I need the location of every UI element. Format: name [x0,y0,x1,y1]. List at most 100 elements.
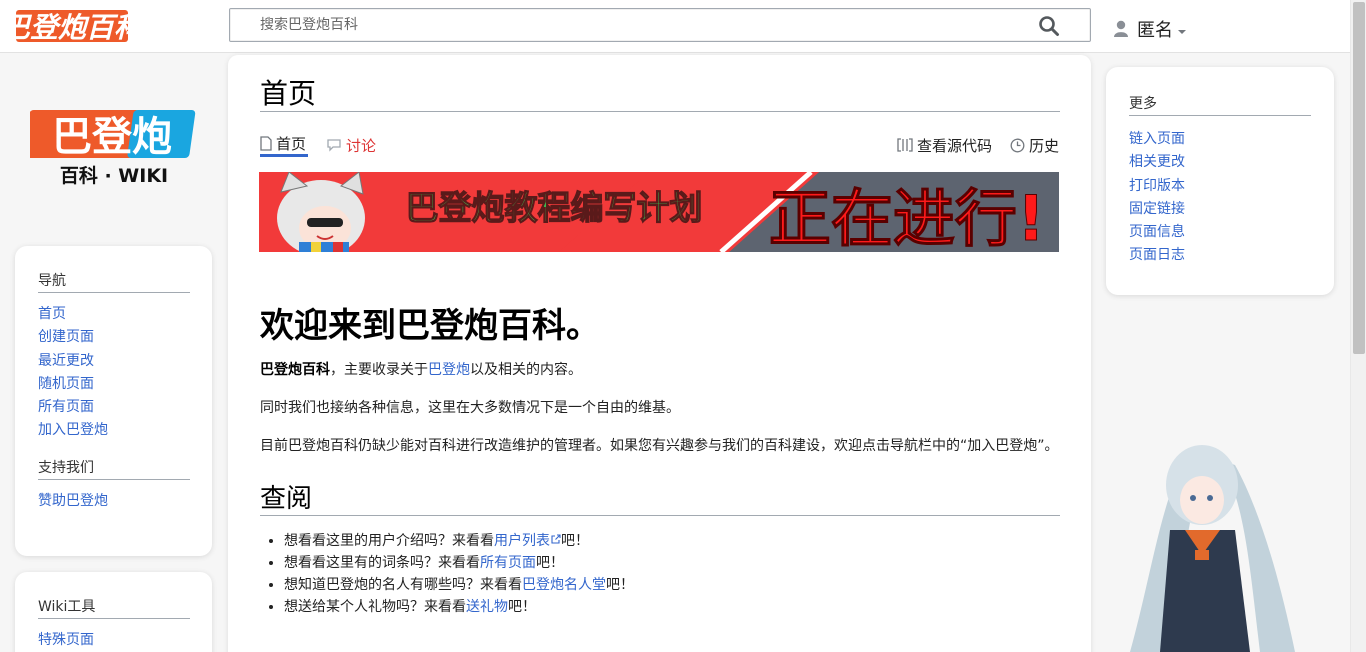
browse-item-suffix: 吧！ [561,533,589,549]
mascot-illustration [1130,445,1295,652]
search-input[interactable] [230,9,1030,41]
intro-text-1: ，主要收录关于 [330,362,428,378]
paragraph-free-wiki: 同时我们也接纳各种信息，这里在大多数情况下是一个自由的维基。 [260,400,680,416]
intro-text-2: 以及相关的内容。 [470,362,582,378]
list-item: 想知道巴登炮的名人有哪些吗？来看看巴登炮名人堂吧！ [284,574,1060,596]
more-link-permalink[interactable]: 固定链接 [1129,201,1185,217]
navigation-list: 首页 创建页面 最近更改 随机页面 所有页面 加入巴登炮 [38,303,190,443]
tab-discussion-label: 讨论 [346,136,377,155]
sidebar-item-join: 加入巴登炮 [38,419,190,442]
page-tabs-left: 首页 讨论 [260,133,394,157]
browse-link-user-list-label: 用户列表 [494,533,550,549]
scrollbar-thumb[interactable] [1353,2,1365,354]
code-icon [897,138,913,152]
sidebar-item-special-pages: 特殊页面 [38,629,190,652]
browse-list: 想看看这里的用户介绍吗？来看看用户列表吧！ 想看看这里有的词条吗？来看看所有页面… [260,530,1060,618]
browse-link-all-pages[interactable]: 所有页面 [480,555,536,571]
more-link-page-info[interactable]: 页面信息 [1129,224,1185,240]
navigation-heading: 导航 [38,270,190,293]
browse-item-prefix: 想知道巴登炮的名人有哪些吗？来看看 [284,577,522,593]
sidebar-link-all-pages[interactable]: 所有页面 [38,399,94,415]
sidebar-link-create-page[interactable]: 创建页面 [38,329,94,345]
sidebar-link-special-pages[interactable]: 特殊页面 [38,632,94,648]
tab-history[interactable]: 历史 [1010,133,1059,157]
browse-item-prefix: 想看看这里有的词条吗？来看看 [284,555,480,571]
sidebar-link-random-page[interactable]: 随机页面 [38,376,94,392]
browse-heading: 查阅 [260,483,1060,516]
browse-item-suffix: 吧！ [606,577,634,593]
wiki-tools-heading: Wiki工具 [38,596,190,619]
wiki-tools-card: Wiki工具 特殊页面 [15,572,212,652]
browse-link-hall-of-fame[interactable]: 巴登炮名人堂 [522,577,606,593]
sidebar-item-home: 首页 [38,303,190,326]
tab-page-label: 首页 [276,135,307,153]
more-item-related-changes: 相关更改 [1129,151,1311,174]
support-heading: 支持我们 [38,457,190,480]
sidebar-link-join[interactable]: 加入巴登炮 [38,422,108,438]
welcome-heading: 欢迎来到巴登炮百科。 [260,306,600,346]
page-scrollbar[interactable] [1350,0,1366,652]
sidebar-link-home[interactable]: 首页 [38,306,66,322]
logo-subtitle: 百科 · WIKI [60,164,168,187]
user-menu[interactable]: 匿名 [1113,16,1187,42]
browse-item-suffix: 吧！ [536,555,564,571]
more-link-printable[interactable]: 打印版本 [1129,178,1185,194]
more-link-page-log[interactable]: 页面日志 [1129,247,1185,263]
search-box [229,8,1091,42]
announcement-banner[interactable]: 巴登炮教程编写计划 正在进行! [259,172,1059,252]
support-list: 赞助巴登炮 [38,490,190,513]
wiki-tools-list: 特殊页面 [38,629,190,652]
intro-paragraph: 巴登炮百科，主要收录关于巴登炮以及相关的内容。 [260,359,1060,381]
sidebar-item-recent-changes: 最近更改 [38,350,190,373]
more-item-what-links-here: 链入页面 [1129,128,1311,151]
list-item: 想看看这里的用户介绍吗？来看看用户列表吧！ [284,530,1060,552]
tab-history-label: 历史 [1028,136,1059,155]
banner-character [277,172,365,252]
sidebar-item-all-pages: 所有页面 [38,396,190,419]
banner-right-text: 正在进行! [769,182,1045,252]
tab-page[interactable]: 首页 [260,133,309,157]
navigation-card: 导航 首页 创建页面 最近更改 随机页面 所有页面 加入巴登炮 支持我们 赞助巴… [15,246,212,556]
sidebar-link-recent-changes[interactable]: 最近更改 [38,353,94,369]
browse-link-user-list[interactable]: 用户列表 [494,533,561,549]
more-item-permalink: 固定链接 [1129,198,1311,221]
paragraph-admins-wanted: 目前巴登炮百科仍缺少能对百科进行改造维护的管理者。如果您有兴趣参与我们的百科建设… [260,438,1059,454]
more-heading: 更多 [1129,93,1311,116]
more-link-what-links-here[interactable]: 链入页面 [1129,131,1185,147]
more-item-printable: 打印版本 [1129,175,1311,198]
page-title: 首页 [260,77,1060,112]
sidebar-item-random-page: 随机页面 [38,373,190,396]
wiki-logo[interactable]: 巴登炮 百科 · WIKI [30,108,200,188]
external-link-icon [551,534,561,544]
list-item: 想看看这里有的词条吗？来看看所有页面吧！ [284,552,1060,574]
more-link-related-changes[interactable]: 相关更改 [1129,154,1185,170]
intro-link-badengpao[interactable]: 巴登炮 [428,362,470,378]
more-item-page-log: 页面日志 [1129,244,1311,267]
logo-text-main: 巴登炮百科 [14,11,144,44]
content-panel: 首页 首页 讨论 查看源代码 历史 巴登炮教程编写计划 正在进行! 欢迎来到巴登… [228,55,1091,652]
search-icon[interactable] [1038,15,1060,37]
chevron-down-icon [1178,30,1186,34]
sidebar-item-sponsor: 赞助巴登炮 [38,490,190,513]
speech-bubble-icon [326,138,342,152]
user-icon [1114,20,1128,37]
browse-link-send-gift[interactable]: 送礼物 [466,599,508,615]
browse-item-suffix: 吧！ [508,599,536,615]
user-name: 匿名 [1137,20,1173,41]
more-item-page-info: 页面信息 [1129,221,1311,244]
more-card: 更多 链入页面 相关更改 打印版本 固定链接 页面信息 页面日志 [1106,67,1334,295]
page-tabs-right: 查看源代码 历史 [879,133,1059,157]
tab-discussion[interactable]: 讨论 [326,133,376,157]
logo-title: 巴登炮 [52,114,172,160]
tab-view-source[interactable]: 查看源代码 [897,133,992,157]
page-icon [260,136,272,151]
intro-bold-site-name: 巴登炮百科 [260,362,330,378]
sidebar-link-sponsor[interactable]: 赞助巴登炮 [38,493,108,509]
browse-item-prefix: 想看看这里的用户介绍吗？来看看 [284,533,494,549]
sidebar-item-create-page: 创建页面 [38,326,190,349]
banner-left-text: 巴登炮教程编写计划 [406,188,703,227]
site-logo[interactable]: 巴登炮百科 [14,8,214,44]
browse-item-prefix: 想送给某个人礼物吗？来看看 [284,599,466,615]
more-list: 链入页面 相关更改 打印版本 固定链接 页面信息 页面日志 [1129,128,1311,268]
article-body: 欢迎来到巴登炮百科。 巴登炮百科，主要收录关于巴登炮以及相关的内容。 同时我们也… [260,305,1060,618]
